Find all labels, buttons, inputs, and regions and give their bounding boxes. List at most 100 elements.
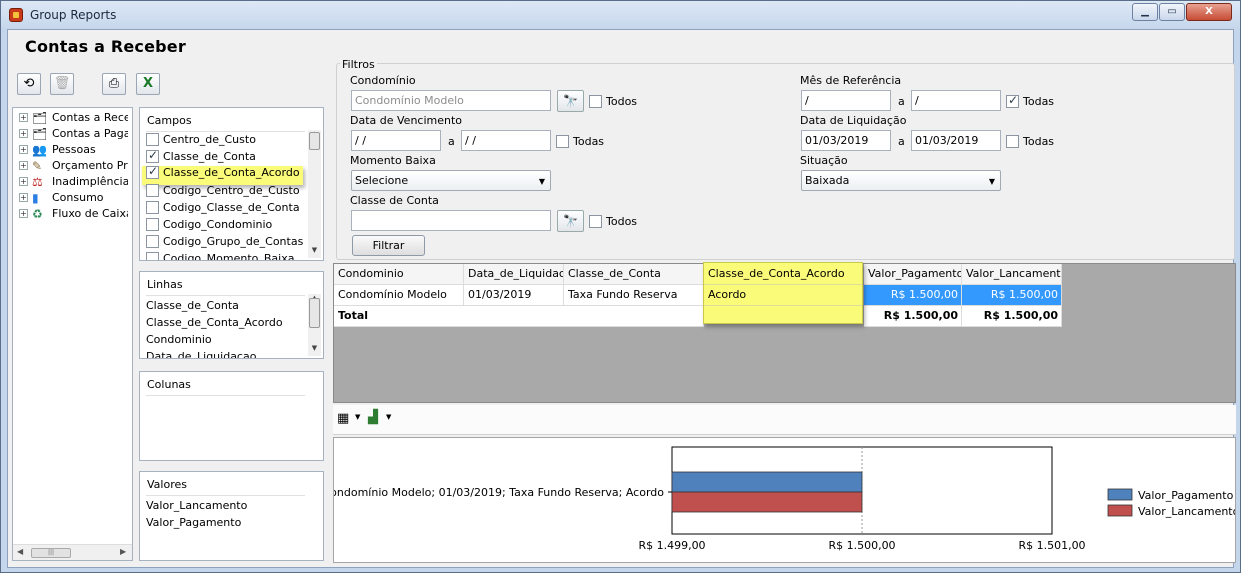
campo-item[interactable]: Codigo_Condominio	[146, 218, 272, 235]
checkbox[interactable]	[146, 150, 159, 163]
campo-item[interactable]: Codigo_Grupo_de_Contas	[146, 235, 303, 252]
scroll-thumb[interactable]	[309, 132, 320, 150]
campo-item-highlighted[interactable]: Classe_de_Conta_Acordo	[142, 166, 303, 185]
chevron-down-icon[interactable]: ▼	[355, 413, 360, 421]
tree-item-consumo[interactable]: + ▮ Consumo	[13, 190, 128, 206]
maximize-button[interactable]: ▭	[1159, 3, 1185, 21]
tree-item-pessoas[interactable]: + 👥 Pessoas	[13, 142, 128, 158]
valores-panel[interactable]: Valores Valor_Lancamento Valor_Pagamento	[139, 471, 324, 561]
checkbox[interactable]	[1006, 134, 1019, 148]
checkbox[interactable]	[556, 134, 569, 148]
valor-item[interactable]: Valor_Pagamento	[146, 516, 241, 533]
excel-button[interactable]: X	[136, 73, 160, 95]
condominio-input[interactable]: Condomínio Modelo	[351, 90, 551, 111]
condominio-todos[interactable]: Todos	[589, 94, 637, 109]
checkbox[interactable]	[589, 94, 602, 108]
checkbox[interactable]	[146, 133, 159, 146]
valor-item[interactable]: Valor_Lancamento	[146, 499, 247, 516]
scroll-thumb[interactable]	[309, 298, 320, 328]
pivot-row-cell[interactable]: Acordo	[708, 288, 746, 301]
linha-item[interactable]: Classe_de_Conta_Acordo	[146, 316, 283, 333]
linhas-scrollbar[interactable]: ▲ ▼	[308, 294, 321, 356]
pivot-value-cell[interactable]: R$ 1.500,00	[962, 285, 1062, 306]
liquidacao-from-input[interactable]: 01/03/2019	[801, 130, 891, 151]
expand-icon[interactable]: +	[19, 193, 28, 202]
mes-to-input[interactable]: /	[911, 90, 1001, 111]
vencimento-todas[interactable]: Todas	[556, 134, 604, 149]
checkbox[interactable]	[146, 218, 159, 231]
campo-item[interactable]: Codigo_Momento_Baixa	[146, 252, 294, 260]
momento-select[interactable]: Selecione ▼	[351, 170, 551, 191]
pivot-value-cell[interactable]: R$ 1.500,00	[864, 285, 962, 306]
checkbox[interactable]	[146, 201, 159, 214]
linha-item[interactable]: Data_de_Liquidacao	[146, 350, 256, 358]
expand-icon[interactable]: +	[19, 113, 28, 122]
print-button[interactable]: ⎙	[102, 73, 126, 95]
vencimento-to-input[interactable]: / /	[461, 130, 551, 151]
chevron-down-icon[interactable]: ▼	[386, 413, 391, 421]
expand-icon[interactable]: +	[19, 177, 28, 186]
minimize-button[interactable]: ▁	[1132, 3, 1158, 21]
scroll-down-icon[interactable]: ▼	[308, 246, 321, 258]
title-bar[interactable]: Group Reports ▁ ▭ X	[1, 1, 1240, 29]
tree-item-fluxo-caixa[interactable]: + ♻ Fluxo de Caixa	[13, 206, 128, 222]
checkbox[interactable]	[146, 252, 159, 260]
scroll-down-icon[interactable]: ▼	[308, 344, 321, 356]
pivot-row-cell[interactable]: Taxa Fundo Reserva	[564, 285, 704, 306]
campo-item[interactable]: Classe_de_Conta	[146, 150, 256, 167]
mes-from-input[interactable]: /	[801, 90, 891, 111]
pivot-header-cell[interactable]: Condominio	[334, 264, 464, 285]
situacao-select[interactable]: Baixada ▼	[801, 170, 1001, 191]
classe-search-button[interactable]: 🔭	[557, 210, 584, 232]
pivot-row-cell[interactable]: Condomínio Modelo	[334, 285, 464, 306]
tree-item-orcamento[interactable]: + ✎ Orçamento Prev	[13, 158, 128, 174]
tree-item-contas-receber[interactable]: + 🗂 Contas a Receb	[13, 110, 128, 126]
mes-todas[interactable]: Todas	[1006, 93, 1054, 109]
refresh-button[interactable]: ⟲	[17, 73, 41, 95]
delete-button[interactable]: 🗑	[50, 73, 74, 95]
pivot-header-cell[interactable]: Classe_de_Conta_Acordo	[708, 267, 845, 280]
colunas-panel[interactable]: Colunas	[139, 371, 324, 461]
campo-item[interactable]: Centro_de_Custo	[146, 133, 256, 150]
expand-icon[interactable]: +	[19, 161, 28, 170]
checkbox[interactable]	[146, 235, 159, 248]
checkbox[interactable]	[589, 214, 602, 228]
classe-input[interactable]	[351, 210, 551, 231]
expand-icon[interactable]: +	[19, 129, 28, 138]
filtrar-button[interactable]: Filtrar	[352, 235, 425, 256]
linha-item[interactable]: Condominio	[146, 333, 212, 350]
scroll-left-icon[interactable]: ◀	[17, 547, 23, 556]
expand-icon[interactable]: +	[19, 209, 28, 218]
linha-item[interactable]: Classe_de_Conta	[146, 299, 239, 316]
checkbox[interactable]	[1006, 93, 1019, 108]
scroll-thumb[interactable]: |||	[31, 548, 71, 558]
tree-item-inadimplencia[interactable]: + ⚖ Inadimplência	[13, 174, 128, 190]
pivot-header-cell[interactable]: Valor_Lancamento	[962, 264, 1062, 285]
campos-scrollbar[interactable]: ▲ ▼	[308, 130, 321, 258]
chart-view-icon[interactable]: ▟	[368, 410, 378, 425]
campo-item[interactable]: Codigo_Classe_de_Conta	[146, 201, 300, 218]
report-tree[interactable]: + 🗂 Contas a Receb + 🗂 Contas a Pagar + 👥 Pess…	[12, 107, 133, 561]
pivot-header-cell[interactable]: Classe_de_Conta	[564, 264, 704, 285]
classe-todos[interactable]: Todos	[589, 214, 637, 229]
highlighted-column[interactable]: Classe_de_Conta_Acordo Acordo	[703, 262, 863, 324]
scroll-right-icon[interactable]: ▶	[120, 547, 126, 556]
vencimento-from-input[interactable]: / /	[351, 130, 441, 151]
liquidacao-to-input[interactable]: 01/03/2019	[911, 130, 1001, 151]
grid-view-icon[interactable]: ▦	[337, 411, 349, 426]
pivot-row-cell[interactable]: 01/03/2019	[464, 285, 564, 306]
linhas-panel[interactable]: Linhas Classe_de_Conta Classe_de_Conta_A…	[139, 271, 324, 359]
condominio-search-button[interactable]: 🔭	[557, 90, 584, 112]
checkbox[interactable]	[146, 166, 159, 179]
pivot-header-cell[interactable]: Valor_Pagamento	[864, 264, 962, 285]
campo-item[interactable]: Codigo_Centro_de_Custo	[146, 184, 300, 201]
pivot-grid[interactable]: Condominio Data_de_Liquidacao Classe_de_…	[333, 262, 1236, 403]
campos-panel[interactable]: Campos Centro_de_Custo Classe_de_Conta C…	[139, 107, 324, 261]
liquidacao-todas[interactable]: Todas	[1006, 134, 1054, 149]
pivot-header-cell[interactable]: Data_de_Liquidacao	[464, 264, 564, 285]
close-button[interactable]: X	[1186, 3, 1232, 21]
checkbox[interactable]	[146, 184, 159, 197]
tree-item-contas-pagar[interactable]: + 🗂 Contas a Pagar	[13, 126, 128, 142]
tree-hscrollbar[interactable]: ◀ ||| ▶	[13, 544, 132, 560]
expand-icon[interactable]: +	[19, 145, 28, 154]
